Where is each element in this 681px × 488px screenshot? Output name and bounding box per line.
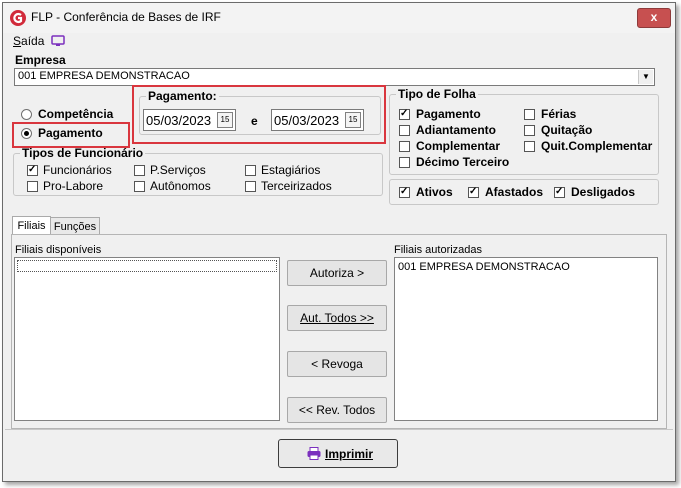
tab-panel: Filiais disponíveis Autoriza > Aut. Todo… [11, 234, 667, 429]
ativos-checkbox[interactable] [399, 187, 410, 198]
folha-ferias-label: Férias [541, 107, 577, 121]
folha-complementar-checkbox[interactable] [399, 141, 410, 152]
printer-icon [307, 447, 321, 460]
calendar-icon[interactable]: 15 [345, 112, 361, 128]
imprimir-button[interactable]: Imprimir [278, 439, 398, 468]
app-logo-icon [10, 10, 26, 26]
terceirizados-label: Terceirizados [261, 179, 332, 193]
date-from-field[interactable]: 05/03/2023 15 [143, 109, 236, 131]
empresa-value: 001 EMPRESA DEMONSTRACAO [18, 70, 190, 82]
funcionarios-checkbox[interactable] [27, 165, 38, 176]
p-servicos-checkbox[interactable] [134, 165, 145, 176]
tipos-funcionario-legend: Tipos de Funcionário [22, 146, 144, 160]
terceirizados-checkbox[interactable] [245, 181, 256, 192]
folha-quit-complementar-checkbox[interactable] [524, 141, 535, 152]
folha-adiantamento-checkbox[interactable] [399, 125, 410, 136]
autonomos-checkbox[interactable] [134, 181, 145, 192]
filiais-disponiveis-label: Filiais disponíveis [15, 244, 102, 256]
pagamento-group-legend: Pagamento: [148, 89, 217, 103]
folha-decimo-terceiro-checkbox[interactable] [399, 157, 410, 168]
menu-saida[interactable]: Saída [13, 34, 44, 48]
pagamento-label: Pagamento [38, 126, 103, 140]
calendar-icon[interactable]: 15 [217, 112, 233, 128]
competencia-label: Competência [38, 107, 114, 121]
empresa-select[interactable]: 001 EMPRESA DEMONSTRACAO ▼ [14, 68, 655, 86]
close-button[interactable]: x [637, 8, 671, 28]
estagiarios-label: Estagiários [261, 163, 321, 177]
rev-todos-button[interactable]: << Rev. Todos [287, 397, 387, 423]
filiais-autorizadas-label: Filiais autorizadas [394, 244, 483, 256]
tipo-folha-legend: Tipo de Folha [398, 87, 476, 101]
list-focus-row[interactable] [17, 260, 277, 272]
afastados-label: Afastados [485, 185, 544, 199]
autonomos-label: Autônomos [150, 179, 211, 193]
folha-quitacao-label: Quitação [541, 123, 593, 137]
ativos-label: Ativos [416, 185, 453, 199]
desligados-checkbox[interactable] [554, 187, 565, 198]
folha-quit-complementar-label: Quit.Complementar [541, 139, 653, 153]
monitor-icon[interactable] [51, 35, 65, 47]
rev-todos-button-label: << Rev. Todos [298, 403, 376, 417]
date-to-field[interactable]: 05/03/2023 15 [271, 109, 364, 131]
autoriza-button[interactable]: Autoriza > [287, 260, 387, 286]
folha-complementar-label: Complementar [416, 139, 501, 153]
filiais-autorizadas-list[interactable]: 001 EMPRESA DEMONSTRACAO [394, 257, 658, 421]
aut-todos-button-label: Aut. Todos >> [300, 311, 374, 325]
window-title: FLP - Conferência de Bases de IRF [31, 10, 221, 24]
autoriza-button-label: Autoriza > [309, 266, 365, 280]
desligados-label: Desligados [571, 185, 636, 199]
folha-pagamento-checkbox[interactable] [399, 109, 410, 120]
filiais-disponiveis-list[interactable] [14, 257, 280, 421]
main-window: FLP - Conferência de Bases de IRF x Saíd… [2, 2, 676, 482]
footer-divider [5, 429, 673, 430]
imprimir-label: Imprimir [325, 447, 374, 461]
chevron-down-icon[interactable]: ▼ [638, 70, 653, 84]
pro-labore-label: Pro-Labore [43, 179, 104, 193]
folha-ferias-checkbox[interactable] [524, 109, 535, 120]
p-servicos-label: P.Serviços [150, 163, 206, 177]
date-connector: e [251, 114, 258, 128]
folha-quitacao-checkbox[interactable] [524, 125, 535, 136]
competencia-radio[interactable] [21, 109, 32, 120]
estagiarios-checkbox[interactable] [245, 165, 256, 176]
pro-labore-checkbox[interactable] [27, 181, 38, 192]
date-from-value: 05/03/2023 [146, 113, 212, 128]
folha-adiantamento-label: Adiantamento [416, 123, 497, 137]
tab-filiais[interactable]: Filiais [12, 216, 51, 235]
funcionarios-label: Funcionários [43, 163, 112, 177]
folha-pagamento-label: Pagamento [416, 107, 481, 121]
list-item[interactable]: 001 EMPRESA DEMONSTRACAO [398, 261, 570, 273]
afastados-checkbox[interactable] [468, 187, 479, 198]
folha-decimo-terceiro-label: Décimo Terceiro [416, 155, 510, 169]
aut-todos-button[interactable]: Aut. Todos >> [287, 305, 387, 331]
pagamento-radio[interactable] [21, 128, 32, 139]
empresa-label: Empresa [15, 53, 66, 67]
title-bar: FLP - Conferência de Bases de IRF x [3, 3, 675, 33]
revoga-button-label: < Revoga [311, 357, 363, 371]
revoga-button[interactable]: < Revoga [287, 351, 387, 377]
date-to-value: 05/03/2023 [274, 113, 340, 128]
